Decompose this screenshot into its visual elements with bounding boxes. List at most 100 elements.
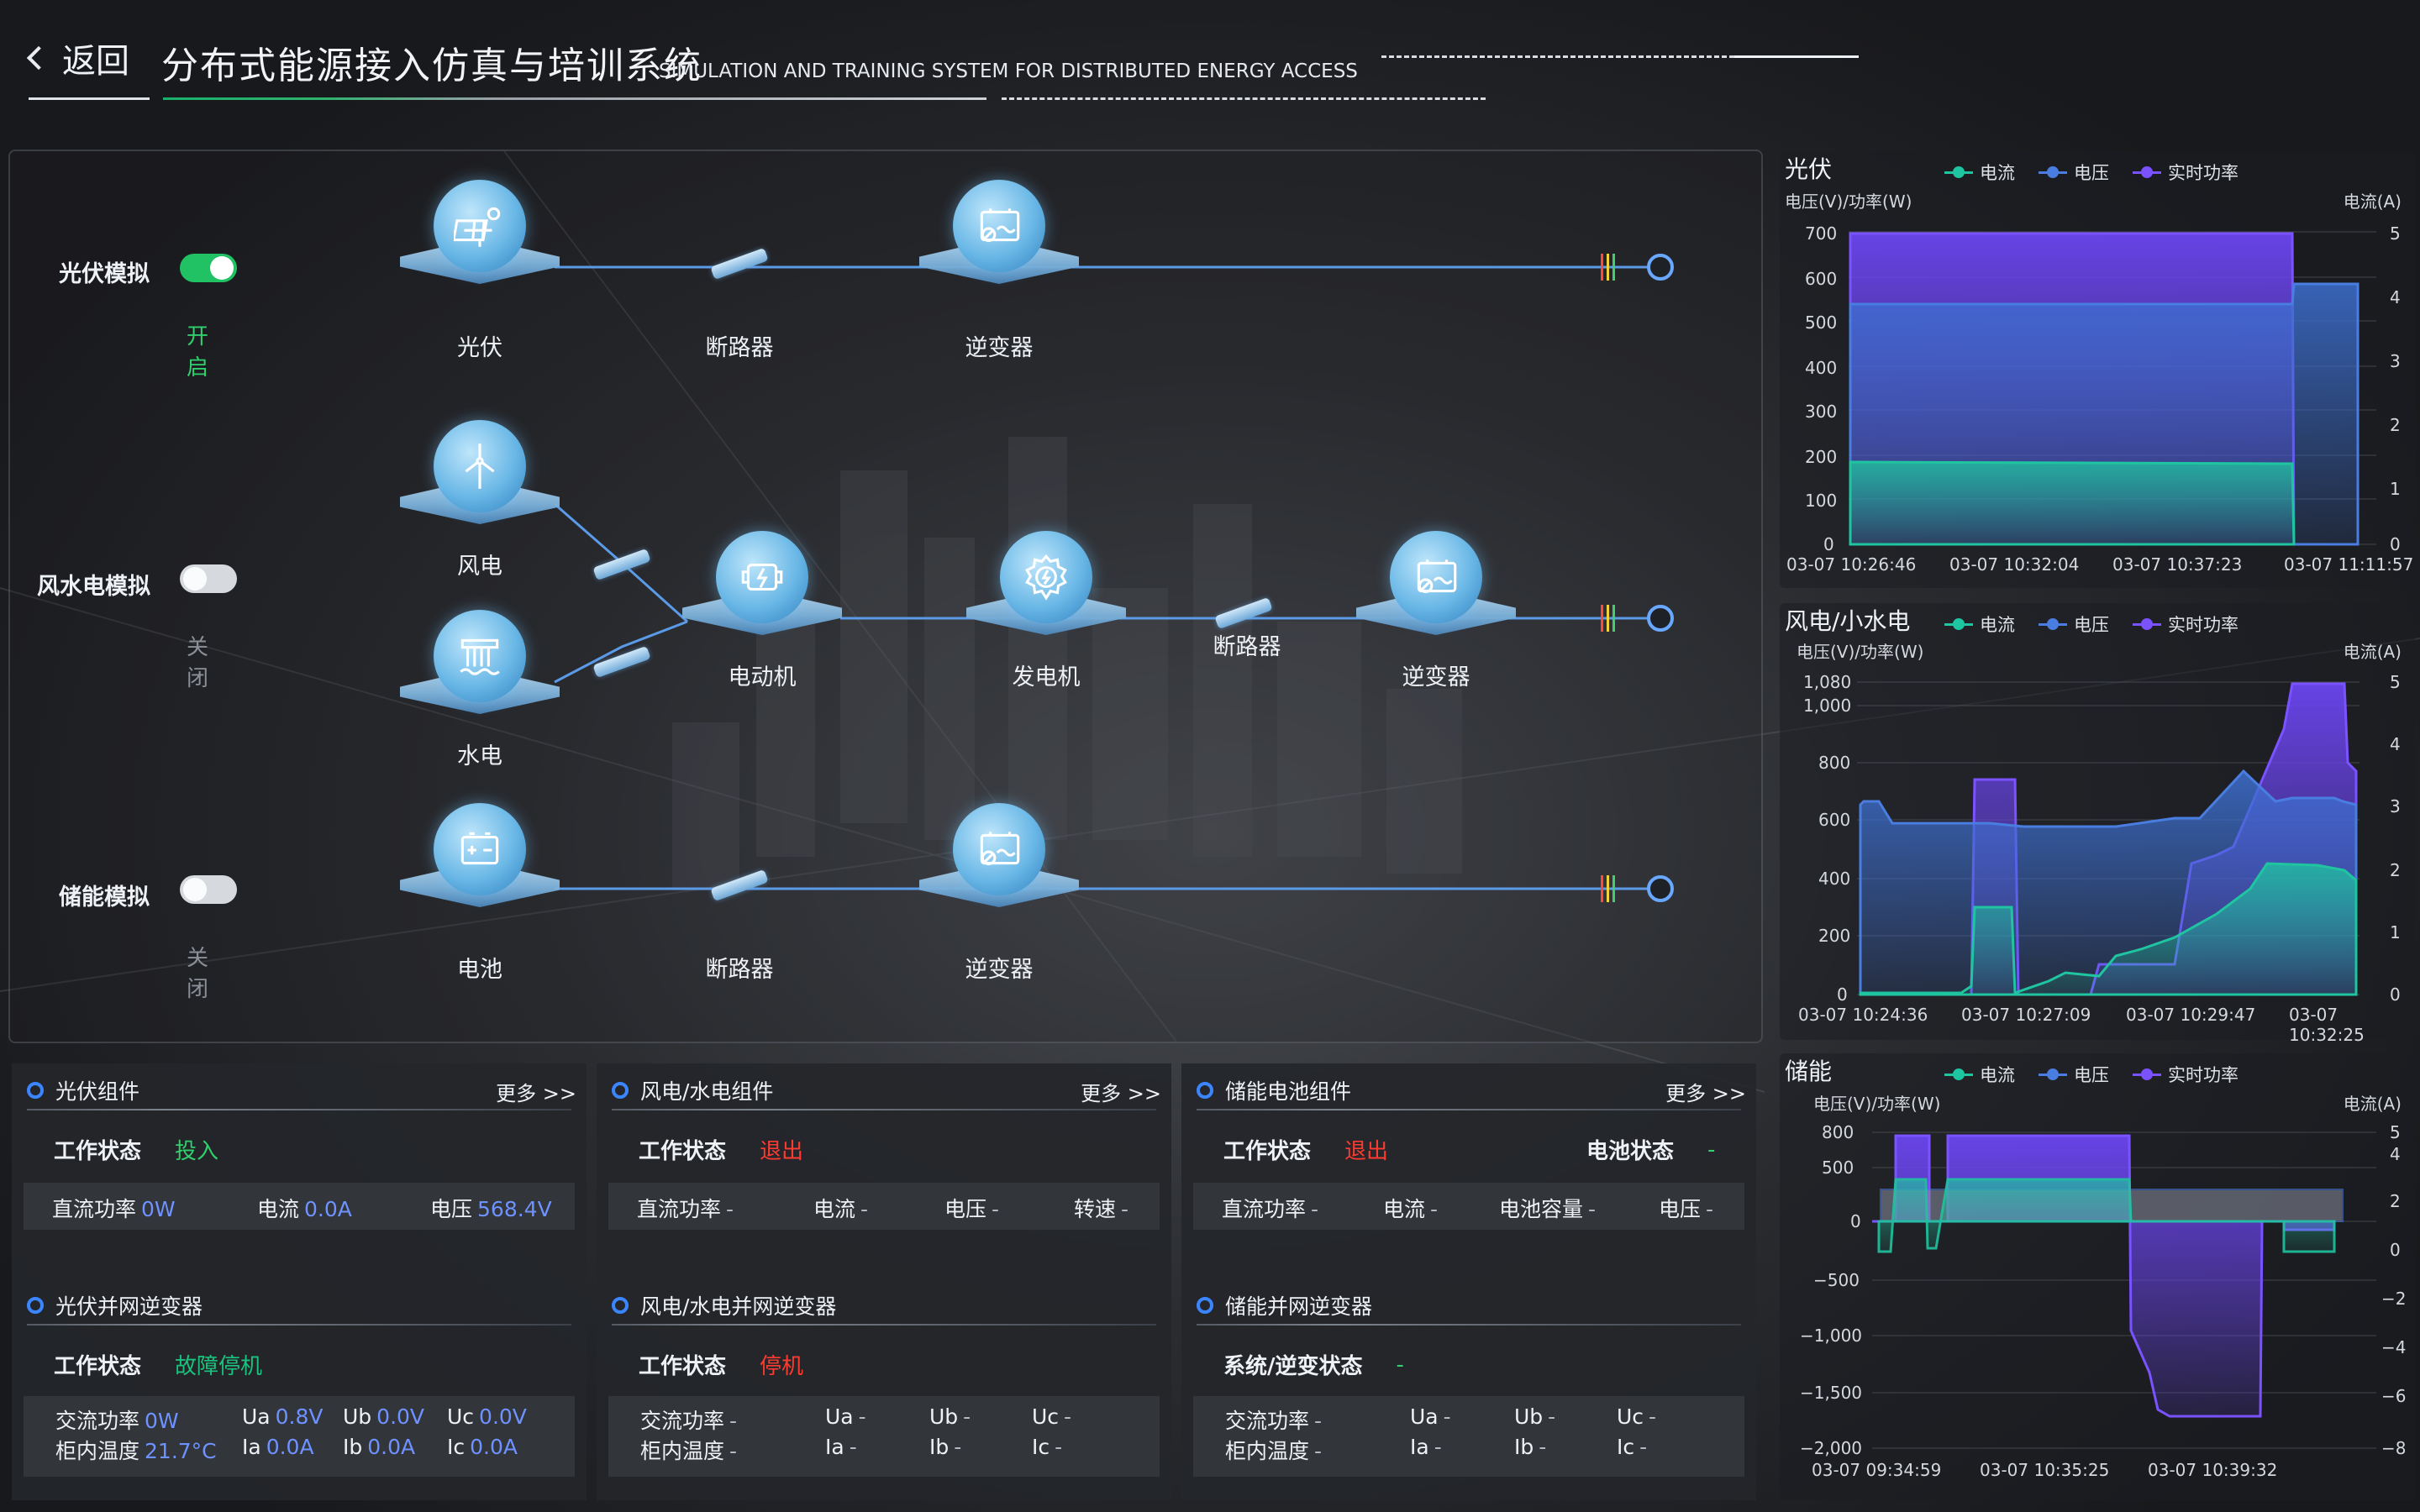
storage-capacity: 电池容量 -: [1499, 1193, 1596, 1223]
storage-rtick: 2: [2390, 1191, 2401, 1211]
field-label: 交流功率: [1225, 1409, 1310, 1433]
wind-section-label: 风电/水电组件: [640, 1079, 774, 1104]
field-value: 0.0V: [479, 1404, 527, 1429]
header-solid-line: [1734, 55, 1859, 58]
field-label: 转速: [1074, 1197, 1117, 1221]
pv-rtick: 1: [2390, 479, 2401, 499]
section-divider: [27, 1109, 571, 1110]
storage-toggle[interactable]: [180, 875, 237, 904]
field-value: -: [1649, 1404, 1657, 1429]
pv-voltage: 电压 568.4V: [430, 1193, 552, 1223]
hydro-node[interactable]: [400, 610, 560, 736]
storage-xtick: 03-07 10:35:25: [1980, 1460, 2110, 1480]
wind-cabinet-temp: 柜内温度 -: [640, 1435, 737, 1465]
wind-inv-status-label: 工作状态: [639, 1354, 727, 1379]
field-value: -: [849, 1435, 857, 1459]
pv-inv-status-value: 故障停机: [175, 1354, 263, 1379]
inverter-1-node[interactable]: [919, 180, 1079, 306]
storage-more-link[interactable]: 更多 >>: [1665, 1077, 1746, 1106]
storage-section-label: 储能电池组件: [1225, 1079, 1352, 1104]
pv-label: 光伏: [457, 335, 502, 361]
field-label: Ua: [1410, 1404, 1439, 1429]
field-label: 电压: [944, 1197, 987, 1221]
field-label: Ic: [447, 1435, 466, 1459]
pv-uc: Uc 0.0V: [447, 1404, 527, 1429]
toggle-knob: [210, 256, 234, 280]
battery-node[interactable]: [400, 803, 560, 929]
wind-ytick: 400: [1818, 869, 1851, 889]
wind-chart: 风电/小水电 电流 电压 实时功率 电压(V)/功率(W) 电流(A) 1,08…: [1780, 603, 2415, 1045]
pv-section-title: 光伏组件: [27, 1075, 139, 1105]
storage-ytick: −1,000: [1800, 1326, 1863, 1346]
storage-dc-power: 直流功率 -: [1222, 1193, 1318, 1223]
pv-more-link[interactable]: 更多 >>: [496, 1077, 576, 1106]
wind-chart-plot: [1857, 681, 2360, 996]
toggle-knob: [183, 878, 207, 901]
battery-status-label: 电池状态: [1586, 1139, 1675, 1164]
back-button[interactable]: 返回: [26, 34, 129, 82]
storage-ic: Ic -: [1617, 1435, 1647, 1459]
field-label: 电流: [1383, 1197, 1426, 1221]
ring-icon: [612, 1297, 629, 1314]
motor-node[interactable]: [682, 531, 842, 657]
field-value: -: [1443, 1404, 1451, 1429]
pv-node[interactable]: [400, 180, 560, 306]
storage-ytick: −2,000: [1800, 1438, 1863, 1458]
hydro-icon: [434, 610, 526, 702]
pv-cabinet-temp: 柜内温度 21.7°C: [55, 1435, 217, 1465]
wind-rtick: 4: [2390, 734, 2401, 754]
section-divider: [1197, 1324, 1741, 1326]
pv-state: 开启: [187, 324, 209, 381]
field-label: 直流功率: [637, 1197, 722, 1221]
field-label: Ic: [1032, 1435, 1050, 1459]
breaker-3-label: 断路器: [705, 957, 774, 983]
hydro-label: 水电: [457, 743, 502, 769]
pv-ub: Ub 0.0V: [343, 1404, 424, 1429]
field-value: -: [1064, 1404, 1072, 1429]
section-divider: [27, 1324, 571, 1326]
wind-rtick: 1: [2390, 922, 2401, 942]
field-value: -: [1314, 1439, 1323, 1463]
field-label: 电流: [813, 1197, 856, 1221]
storage-xtick: 03-07 10:39:32: [2148, 1460, 2278, 1480]
field-label: Ib: [1514, 1435, 1534, 1459]
field-label: Ic: [1617, 1435, 1635, 1459]
field-value: -: [860, 1197, 869, 1221]
wind-node[interactable]: [400, 420, 560, 546]
wind-ic: Ic -: [1032, 1435, 1062, 1459]
field-label: Ia: [825, 1435, 844, 1459]
pv-chart: 光伏 电流 电压 实时功率 电压(V)/功率(W) 电流(A) 700 600 …: [1780, 151, 2415, 588]
breaker-1-label: 断路器: [705, 335, 774, 361]
generator-label: 发电机: [1012, 664, 1081, 690]
generator-node[interactable]: [966, 531, 1126, 657]
mode-pv-label: 光伏模拟: [59, 261, 150, 287]
battery-status-row: 电池状态 -: [1586, 1134, 1715, 1165]
storage-component-panel: 储能电池组件 更多 >> 工作状态 退出 电池状态 - 直流功率 - 电流 - 电池…: [1181, 1063, 1756, 1500]
wind-toggle[interactable]: [180, 564, 237, 593]
storage-ub: Ub -: [1514, 1404, 1555, 1429]
wind-inv-status-value: 停机: [760, 1354, 804, 1379]
storage-chart: 储能 电流 电压 实时功率 电压(V)/功率(W) 电流(A) 800 500 …: [1780, 1053, 2415, 1500]
inverter-2-node[interactable]: [1356, 531, 1516, 657]
wind-ia: Ia -: [825, 1435, 857, 1459]
pv-chart-plot: [1849, 231, 2376, 546]
field-label: Ub: [929, 1404, 959, 1429]
wind-more-link[interactable]: 更多 >>: [1081, 1077, 1161, 1106]
field-label: 电压: [430, 1197, 473, 1221]
pv-inv-status-label: 工作状态: [54, 1354, 142, 1379]
storage-inv-status-row: 系统/逆变状态 -: [1223, 1349, 1404, 1380]
field-value: 0W: [145, 1409, 179, 1433]
pv-status-value: 投入: [175, 1139, 219, 1164]
pv-current: 电流 0.0A: [257, 1193, 352, 1223]
field-value: -: [1311, 1197, 1319, 1221]
field-label: 电压: [1659, 1197, 1702, 1221]
field-label: Uc: [447, 1404, 475, 1429]
pv-toggle[interactable]: [180, 254, 237, 282]
field-label: 直流功率: [52, 1197, 137, 1221]
inverter-3-node[interactable]: [919, 803, 1079, 929]
chevron-left-icon: [26, 45, 51, 71]
pv-ytick: 0: [1823, 534, 1834, 554]
field-value: -: [1588, 1197, 1597, 1221]
pv-ytick: 300: [1805, 402, 1838, 422]
wind-xtick: 03-07 10:24:36: [1798, 1005, 1928, 1025]
